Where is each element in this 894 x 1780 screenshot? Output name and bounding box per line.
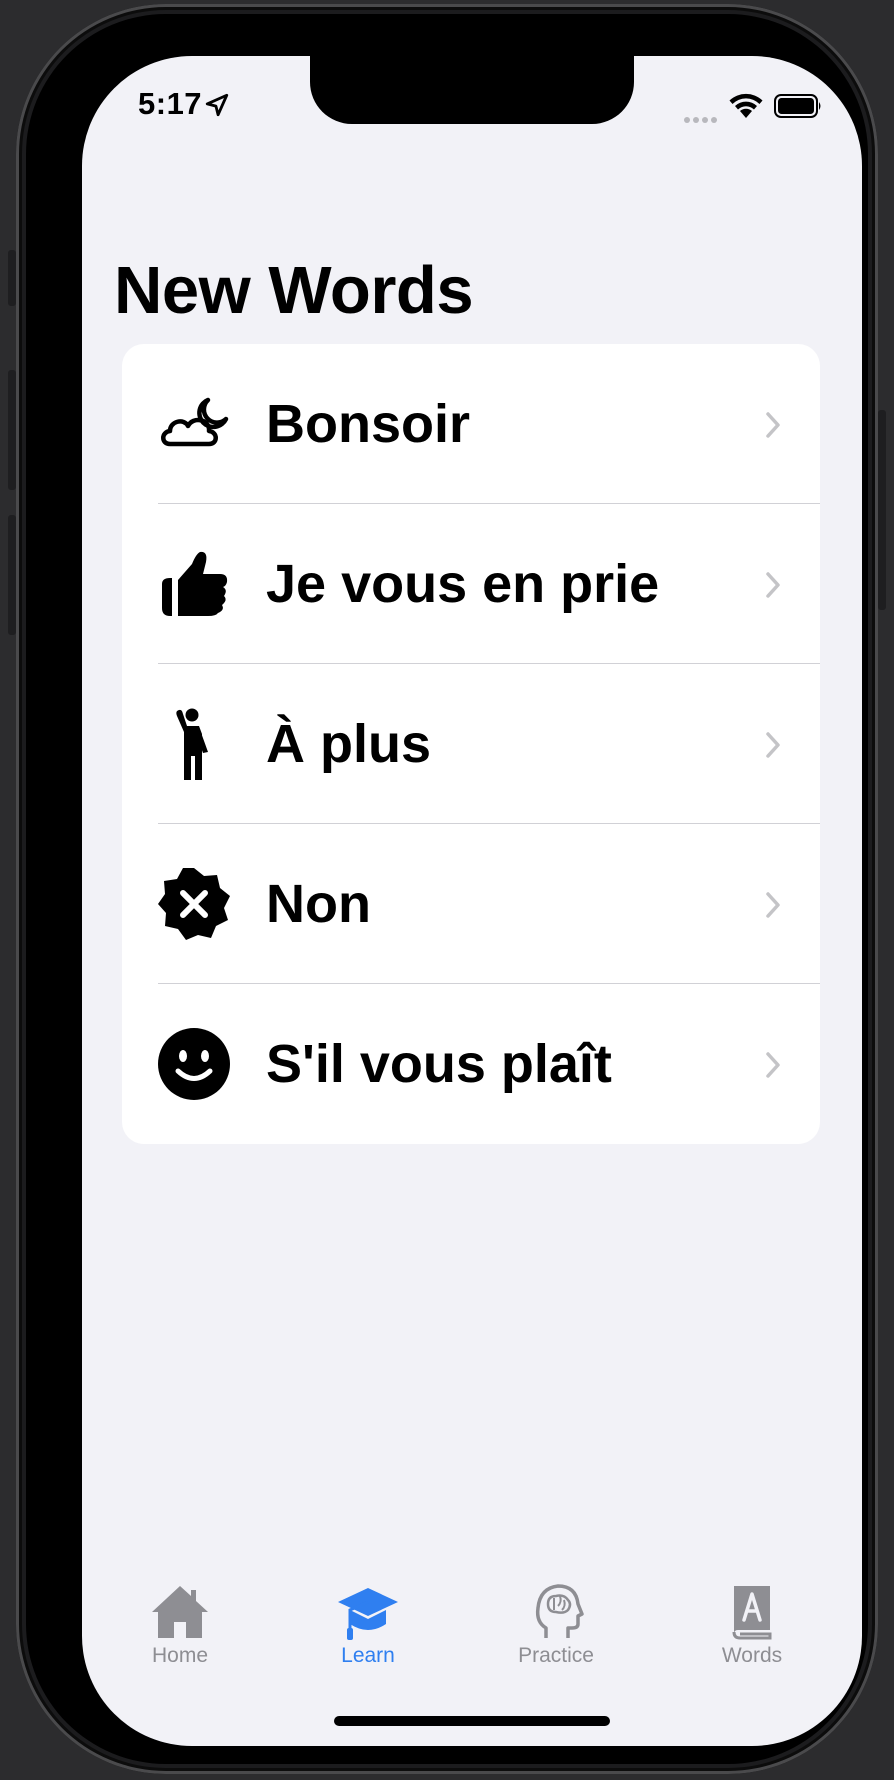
screen: 5:17 New Words Bonsoir Je vous en prie À… [82,56,862,1746]
location-arrow-icon [205,93,229,117]
smiley-face-icon [156,1026,232,1102]
chevron-right-icon [766,1052,780,1078]
word-list: Bonsoir Je vous en prie À plus Non S'il … [122,344,820,1144]
power-button [878,410,886,610]
list-item-a-plus[interactable]: À plus [122,664,820,824]
status-time: 5:17 [138,86,203,121]
volume-up-button [8,370,16,490]
wifi-icon [729,93,763,118]
tab-words[interactable]: Words [682,1582,822,1692]
tab-learn[interactable]: Learn [298,1582,438,1692]
tab-practice[interactable]: Practice [486,1582,626,1692]
person-waving-icon [156,706,232,782]
chevron-right-icon [766,892,780,918]
chevron-right-icon [766,572,780,598]
tab-label: Words [721,1644,783,1667]
tab-label: Learn [341,1644,395,1667]
word-label: Je vous en prie [266,554,660,614]
home-indicator[interactable] [334,1716,610,1726]
graduation-cap-icon [338,1588,398,1640]
list-item-je-vous-en-prie[interactable]: Je vous en prie [122,504,820,664]
tab-bar: Home Learn Practice Words [82,1582,862,1692]
list-item-bonsoir[interactable]: Bonsoir [122,344,820,504]
thumbs-up-icon [156,546,232,622]
tab-label: Home [151,1644,209,1667]
device-frame: 5:17 New Words Bonsoir Je vous en prie À… [26,14,868,1764]
chevron-right-icon [766,732,780,758]
xmark-seal-icon [156,866,232,942]
tab-label: Practice [518,1644,594,1667]
mute-switch [8,250,16,306]
volume-down-button [8,515,16,635]
battery-icon [774,94,821,118]
list-item-non[interactable]: Non [122,824,820,984]
tab-home[interactable]: Home [110,1582,250,1692]
dictionary-book-icon [732,1586,772,1640]
notch [310,56,634,124]
word-label: S'il vous plaît [266,1034,612,1094]
word-label: Non [266,874,371,934]
cellular-dots-icon [684,110,720,128]
word-label: À plus [266,714,432,774]
word-label: Bonsoir [266,394,471,454]
house-icon [152,1586,208,1638]
page-title: New Words [114,253,474,328]
head-brain-icon [535,1584,584,1638]
chevron-right-icon [766,412,780,438]
list-item-sil-vous-plait[interactable]: S'il vous plaît [122,984,820,1144]
cloud-moon-icon [156,386,232,462]
